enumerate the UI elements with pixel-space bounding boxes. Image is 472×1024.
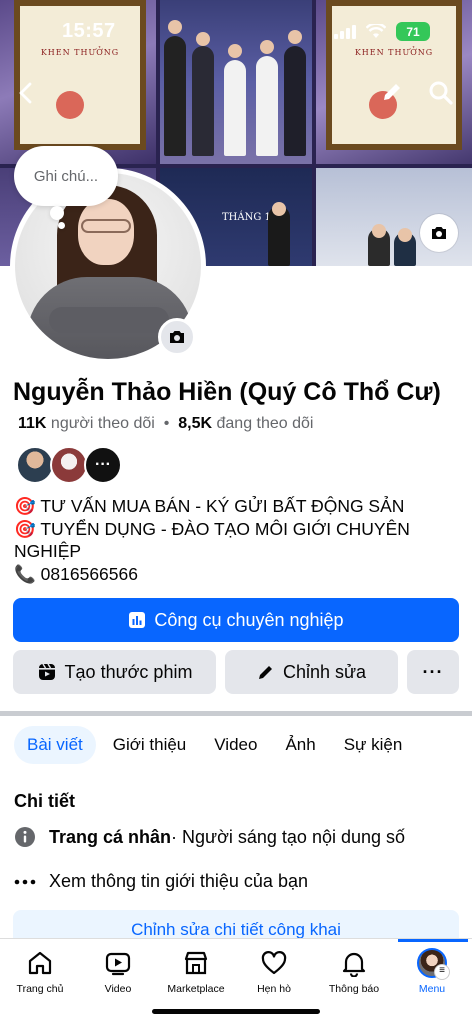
nav-dating-label: Hẹn hò (257, 983, 291, 995)
person-head (260, 40, 274, 54)
tab-events[interactable]: Sự kiện (333, 726, 414, 764)
video-icon (105, 952, 131, 976)
more-friends-button[interactable]: ··· (84, 446, 122, 484)
person-figure (192, 46, 214, 156)
friend-avatar[interactable] (16, 446, 54, 484)
person-head (196, 32, 210, 46)
details-title: Chi tiết (14, 791, 75, 811)
profile-tabs: Bài viết Giới thiệu Video Ảnh Sự kiện (14, 726, 419, 764)
following-label: đang theo dõi (216, 415, 314, 432)
avatar-arms (49, 307, 169, 333)
profile-type-label: Trang cá nhân (49, 826, 172, 847)
professional-tools-label: Công cụ chuyên nghiệp (154, 609, 344, 630)
section-divider (0, 711, 472, 716)
person-head (228, 44, 242, 58)
avatar-glasses (81, 219, 131, 233)
tab-posts[interactable]: Bài viết (14, 726, 96, 764)
nav-dating[interactable]: Hẹn hò (234, 947, 314, 995)
cover-camera-button[interactable] (420, 214, 458, 252)
professional-tools-button[interactable]: Công cụ chuyên nghiệp (13, 598, 459, 642)
person-figure (164, 36, 186, 156)
note-bubble-tail (58, 222, 65, 229)
nav-video-label: Video (104, 983, 132, 995)
follow-separator: • (163, 415, 170, 432)
edit-pencil-icon[interactable] (380, 80, 404, 104)
note-bubble[interactable]: Ghi chú... (14, 146, 118, 206)
bio-phone[interactable]: 📞 0816566566 (14, 563, 454, 586)
note-bubble-tail (50, 206, 64, 220)
more-options-button[interactable]: ··· (407, 650, 459, 694)
camera-icon (170, 331, 184, 343)
pencil-icon (258, 666, 272, 679)
certificate-text: KHEN THƯỞNG (354, 48, 434, 57)
bio-line: 🎯 TUYỂN DỤNG - ĐÀO TẠO MÔI GIỚI CHUYÊN N… (14, 518, 410, 562)
profile-bio: 🎯 TƯ VẤN MUA BÁN - KÝ GỬI BẤT ĐỘNG SẢN 🎯… (14, 495, 454, 585)
edit-profile-label: Chỉnh sửa (282, 661, 367, 682)
follow-stats[interactable]: 11K người theo dõi • 8,5K đang theo dõi (18, 415, 313, 433)
bell-icon (342, 952, 366, 977)
cellular-signal-icon (334, 24, 356, 39)
search-icon[interactable] (428, 80, 454, 106)
person-head (398, 228, 412, 242)
person-figure (256, 56, 278, 156)
person-figure (224, 60, 246, 156)
nav-menu-label: Menu (418, 983, 446, 995)
person-head (372, 224, 386, 238)
info-icon (14, 826, 36, 848)
menu-avatar-icon (417, 948, 450, 980)
battery-indicator: 71 (396, 22, 430, 41)
edit-profile-button[interactable]: Chỉnh sửa (225, 650, 398, 694)
following-count: 8,5K (178, 415, 213, 432)
followers-count: 11K (18, 415, 47, 432)
see-intro-row[interactable]: Xem thông tin giới thiệu của bạn (14, 871, 308, 892)
camera-icon (432, 227, 446, 239)
status-time: 15:57 (62, 20, 116, 42)
active-tab-indicator (398, 939, 468, 942)
home-icon (28, 951, 52, 975)
create-reel-button[interactable]: Tạo thước phim (13, 650, 216, 694)
marketplace-icon (184, 951, 208, 975)
person-head (272, 202, 286, 216)
tab-videos[interactable]: Video (203, 726, 268, 764)
nav-marketplace[interactable]: Marketplace (156, 947, 236, 995)
create-reel-label: Tạo thước phim (64, 661, 193, 682)
cover-tile (160, 0, 312, 164)
friend-avatars[interactable]: ··· (16, 446, 122, 484)
wifi-icon (366, 24, 386, 38)
see-intro-label: Xem thông tin giới thiệu của bạn (49, 871, 308, 891)
tab-photos[interactable]: Ảnh (274, 726, 326, 764)
nav-notifications-label: Thông báo (328, 983, 380, 995)
nav-video[interactable]: Video (78, 947, 158, 995)
home-indicator (152, 1009, 320, 1014)
certificate-text: KHEN THƯỞNG (40, 48, 120, 57)
followers-label: người theo dõi (50, 415, 155, 432)
nav-marketplace-label: Marketplace (167, 983, 225, 995)
heart-icon (261, 951, 287, 975)
dashboard-chart-icon (129, 612, 146, 628)
avatar-camera-button[interactable] (158, 318, 196, 356)
bio-line: 🎯 TƯ VẤN MUA BÁN - KÝ GỬI BẤT ĐỘNG SẢN (14, 496, 405, 516)
back-icon[interactable] (16, 82, 36, 104)
profile-type-row: Trang cá nhân · Người sáng tạo nội dung … (14, 826, 405, 848)
nav-home[interactable]: Trang chủ (0, 947, 80, 995)
friend-avatar[interactable] (50, 446, 88, 484)
person-head (168, 20, 182, 34)
nav-home-label: Trang chủ (16, 983, 64, 995)
tab-about[interactable]: Giới thiệu (102, 726, 198, 764)
status-icons: 71 (334, 22, 430, 41)
profile-name: Nguyễn Thảo Hiền (Quý Cô Thổ Cư) (13, 378, 441, 406)
person-head (288, 30, 302, 44)
ellipsis-icon (14, 879, 36, 885)
nav-notifications[interactable]: Thông báo (314, 947, 394, 995)
person-figure (284, 46, 306, 156)
reel-icon (38, 663, 55, 680)
nav-menu[interactable]: Menu (392, 947, 472, 995)
profile-category: · Người sáng tạo nội dung số (171, 826, 406, 847)
